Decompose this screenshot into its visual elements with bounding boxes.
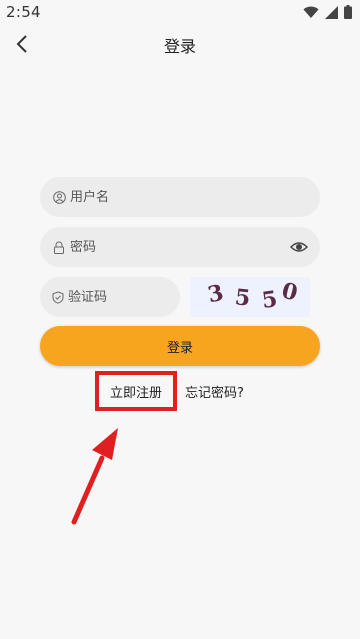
captcha-image[interactable]: 3 5 5 0 [190,277,310,317]
wifi-icon [303,6,319,18]
battery-icon [344,5,352,19]
login-button[interactable]: 登录 [40,326,320,366]
user-icon [52,190,66,204]
signal-icon [325,5,338,19]
eye-icon[interactable] [290,239,308,255]
username-input[interactable] [70,189,320,205]
shield-icon [52,290,64,304]
annotation-arrow [71,428,118,525]
lock-icon [52,240,66,254]
captcha-char: 3 [205,279,226,309]
register-link[interactable]: 立即注册 [95,371,177,411]
username-field[interactable] [40,177,320,217]
status-time: 2:54 [6,3,41,21]
forgot-password-link[interactable]: 忘记密码? [185,382,244,401]
status-bar: 2:54 [0,0,360,24]
password-input[interactable] [70,239,320,255]
header: 登录 [0,24,360,64]
captcha-char: 5 [260,286,280,314]
page-title: 登录 [163,37,196,56]
captcha-field[interactable] [40,277,238,317]
password-field[interactable] [40,227,320,267]
captcha-char: 5 [233,284,252,312]
captcha-char: 0 [279,277,301,307]
status-icons [303,5,352,19]
